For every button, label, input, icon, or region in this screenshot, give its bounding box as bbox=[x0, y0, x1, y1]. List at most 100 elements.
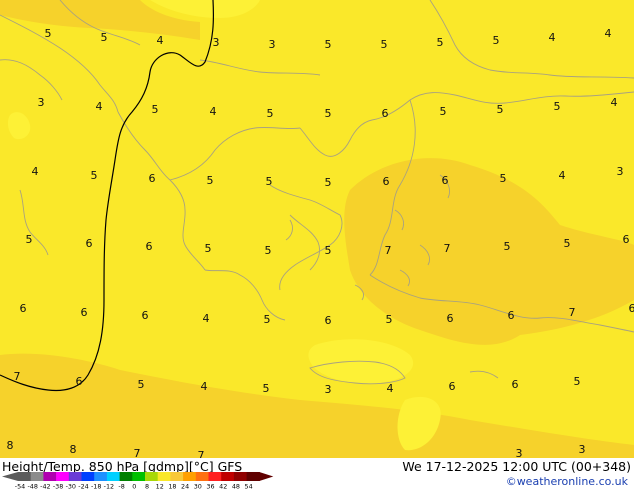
colorbar-swatch bbox=[94, 472, 108, 481]
value-label: 5 bbox=[138, 378, 145, 391]
colorbar-tick-label: 12 bbox=[156, 483, 164, 490]
value-label: 6 bbox=[142, 309, 149, 322]
value-label: 5 bbox=[91, 169, 98, 182]
weather-map: 5 5 4 3 3 5 5 5 5 4 4 3 4 5 4 5 5 6 5 5 5 4 4 5 6 5 5 5 6 6 5 4 3 5 6 6 5 5 5 7… bbox=[0, 0, 634, 458]
colorbar-tick-label: -54 bbox=[15, 483, 25, 490]
colorbar-tick-label: -24 bbox=[78, 483, 88, 490]
colorbar-swatch bbox=[246, 472, 260, 481]
credit-link[interactable]: ©weatheronline.co.uk bbox=[506, 475, 628, 488]
value-label: 5 bbox=[437, 36, 444, 49]
value-label: 5 bbox=[325, 176, 332, 189]
value-label: 6 bbox=[629, 302, 634, 315]
value-label: 3 bbox=[516, 447, 523, 458]
valid-time: We 17-12-2025 12:00 UTC (00+348) bbox=[402, 459, 631, 474]
value-label: 5 bbox=[205, 242, 212, 255]
value-label: 7 bbox=[385, 244, 392, 257]
value-label: 4 bbox=[559, 169, 566, 182]
colorbar-swatch bbox=[145, 472, 159, 481]
colorbar-tick-label: -8 bbox=[118, 483, 124, 490]
value-label: 4 bbox=[201, 380, 208, 393]
colorbar: -54 -48 -42 -38 -30 -24 -18 -12 -8 0 8 12 18 24 30 36 42… bbox=[2, 472, 274, 490]
colorbar-tick-label: 48 bbox=[232, 483, 240, 490]
value-label: 7 bbox=[134, 447, 141, 458]
value-label: 5 bbox=[207, 174, 214, 187]
colorbar-swatch bbox=[43, 472, 57, 481]
value-label: 7 bbox=[198, 449, 205, 458]
value-label: 7 bbox=[14, 370, 21, 383]
value-label: 5 bbox=[493, 34, 500, 47]
value-label: 6 bbox=[442, 174, 449, 187]
value-label: 4 bbox=[157, 34, 164, 47]
colorbar-swatch bbox=[68, 472, 82, 481]
value-label: 3 bbox=[617, 165, 624, 178]
colorbar-tick-label: -12 bbox=[104, 483, 114, 490]
colorbar-tick-label: 30 bbox=[194, 483, 202, 490]
value-label: 5 bbox=[497, 103, 504, 116]
map-canvas: 5 5 4 3 3 5 5 5 5 4 4 3 4 5 4 5 5 6 5 5 5 4 4 5 6 5 5 5 6 6 5 4 3 5 6 6 5 5 5 7… bbox=[0, 0, 634, 458]
value-label: 5 bbox=[263, 382, 270, 395]
colorbar-swatch bbox=[221, 472, 235, 481]
value-label: 5 bbox=[381, 38, 388, 51]
value-label: 6 bbox=[146, 240, 153, 253]
value-label: 5 bbox=[266, 175, 273, 188]
value-label: 6 bbox=[76, 375, 83, 388]
colorbar-swatch bbox=[81, 472, 95, 481]
colorbar-tick-label: -42 bbox=[40, 483, 50, 490]
value-label: 4 bbox=[203, 312, 210, 325]
colorbar-max-arrow bbox=[259, 472, 274, 481]
value-label: 8 bbox=[7, 439, 14, 452]
colorbar-swatch bbox=[233, 472, 248, 481]
colorbar-swatch bbox=[132, 472, 146, 481]
value-label: 5 bbox=[564, 237, 571, 250]
value-label: 5 bbox=[440, 105, 447, 118]
value-label: 4 bbox=[210, 105, 217, 118]
value-label: 3 bbox=[579, 443, 586, 456]
value-label: 8 bbox=[70, 443, 77, 456]
colorbar-tick-label: 18 bbox=[168, 483, 176, 490]
value-label: 5 bbox=[267, 107, 274, 120]
value-label: 4 bbox=[96, 100, 103, 113]
colorbar-tick-label: 36 bbox=[206, 483, 214, 490]
colorbar-swatch bbox=[157, 472, 171, 481]
colorbar-tick-label: 24 bbox=[181, 483, 189, 490]
value-label: 4 bbox=[605, 27, 612, 40]
colorbar-tick-label: 0 bbox=[132, 483, 136, 490]
value-label: 7 bbox=[444, 242, 451, 255]
value-label: 7 bbox=[569, 306, 576, 319]
colorbar-swatch bbox=[119, 472, 133, 481]
value-label: 5 bbox=[554, 100, 561, 113]
value-label: 4 bbox=[611, 96, 618, 109]
value-label: 3 bbox=[213, 36, 220, 49]
value-label: 3 bbox=[38, 96, 45, 109]
colorbar-tick-label: 54 bbox=[245, 483, 253, 490]
value-label: 4 bbox=[387, 382, 394, 395]
value-label: 5 bbox=[500, 172, 507, 185]
value-label: 6 bbox=[149, 172, 156, 185]
colorbar-swatch bbox=[208, 472, 222, 481]
value-label: 3 bbox=[325, 383, 332, 396]
colorbar-swatch bbox=[56, 472, 70, 481]
value-label: 5 bbox=[264, 313, 271, 326]
value-label: 6 bbox=[449, 380, 456, 393]
value-label: 6 bbox=[512, 378, 519, 391]
colorbar-tick-label: 42 bbox=[219, 483, 227, 490]
value-label: 6 bbox=[325, 314, 332, 327]
value-label: 6 bbox=[81, 306, 88, 319]
value-label: 5 bbox=[325, 38, 332, 51]
value-label: 5 bbox=[325, 244, 332, 257]
value-label: 6 bbox=[86, 237, 93, 250]
colorbar-swatches bbox=[2, 472, 274, 481]
value-label: 5 bbox=[265, 244, 272, 257]
value-label: 6 bbox=[382, 107, 389, 120]
colorbar-tick-label: 8 bbox=[145, 483, 149, 490]
value-label: 6 bbox=[20, 302, 27, 315]
value-label: 6 bbox=[447, 312, 454, 325]
colorbar-swatch bbox=[30, 472, 44, 481]
colorbar-swatch bbox=[170, 472, 184, 481]
value-label: 5 bbox=[101, 31, 108, 44]
colorbar-swatch bbox=[106, 472, 121, 481]
colorbar-tick-label: -30 bbox=[66, 483, 76, 490]
colorbar-swatch bbox=[18, 472, 32, 481]
value-label: 5 bbox=[504, 240, 511, 253]
value-label: 6 bbox=[383, 175, 390, 188]
